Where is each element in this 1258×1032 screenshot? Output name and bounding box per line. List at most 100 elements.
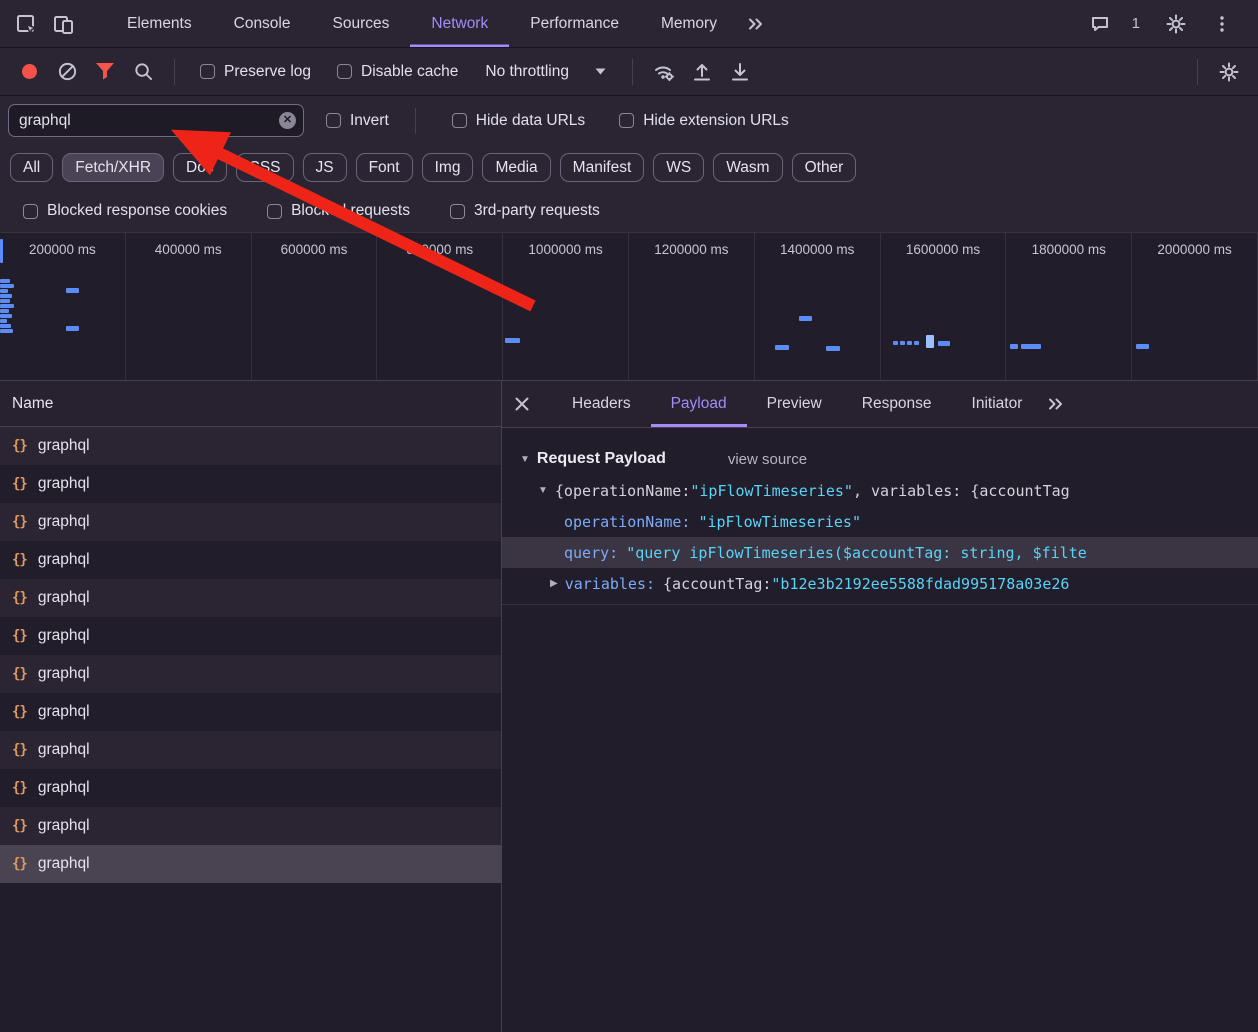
- checkbox-blocked-response-cookies[interactable]: [23, 204, 38, 219]
- collapse-section-icon[interactable]: ▼: [520, 454, 530, 465]
- preserve-log-checkbox[interactable]: [200, 64, 215, 79]
- filter-chip-fetch-xhr[interactable]: Fetch/XHR: [62, 153, 164, 182]
- request-row[interactable]: {}graphql: [0, 807, 501, 845]
- filter-toggle-blocked-requests[interactable]: Blocked requests: [267, 202, 410, 220]
- devtools-tab-memory[interactable]: Memory: [640, 0, 738, 47]
- import-har-icon[interactable]: [688, 58, 716, 86]
- filter-chip-css[interactable]: CSS: [236, 153, 294, 182]
- filter-chip-all[interactable]: All: [10, 153, 53, 182]
- timeline-tick-label: 2000000 ms: [1132, 242, 1257, 257]
- request-row[interactable]: {}graphql: [0, 693, 501, 731]
- request-name: graphql: [38, 741, 90, 759]
- devtools-tab-console[interactable]: Console: [213, 0, 312, 47]
- detail-tab-preview[interactable]: Preview: [747, 381, 842, 427]
- detail-tab-payload[interactable]: Payload: [651, 381, 747, 427]
- kebab-menu-icon[interactable]: [1208, 10, 1236, 38]
- request-row[interactable]: {}graphql: [0, 503, 501, 541]
- chevron-down-icon: [595, 68, 606, 75]
- clear-network-log-icon[interactable]: [53, 58, 81, 86]
- detail-tab-response[interactable]: Response: [842, 381, 952, 427]
- device-toolbar-icon[interactable]: [50, 10, 78, 38]
- console-messages-icon[interactable]: [1086, 10, 1114, 38]
- timeline-request-bar: [0, 324, 11, 328]
- label-3rd-party-requests: 3rd-party requests: [474, 202, 600, 220]
- timeline-column: 600000 ms: [252, 233, 378, 380]
- timeline-tick-label: 1400000 ms: [755, 242, 880, 257]
- request-row[interactable]: {}graphql: [0, 617, 501, 655]
- collapse-object-icon[interactable]: ▼: [538, 485, 548, 496]
- filter-chip-wasm[interactable]: Wasm: [713, 153, 782, 182]
- request-type-chips: All Fetch/XHR Doc CSS JS Font Img Media Manifest…: [0, 145, 1258, 190]
- filter-chip-img[interactable]: Img: [422, 153, 474, 182]
- timeline-request-bar: [0, 309, 9, 313]
- payload-variables-row[interactable]: ▶ variables:{accountTag: "b12e3b2192ee55…: [502, 568, 1258, 599]
- request-row[interactable]: {}graphql: [0, 541, 501, 579]
- filter-chip-font[interactable]: Font: [356, 153, 413, 182]
- column-header-name[interactable]: Name: [0, 381, 501, 427]
- timeline-column: 1600000 ms: [881, 233, 1007, 380]
- network-overview-timeline[interactable]: 200000 ms400000 ms600000 ms800000 ms1000…: [0, 233, 1258, 381]
- close-detail-icon[interactable]: [508, 390, 536, 418]
- view-source-link[interactable]: view source: [728, 451, 807, 468]
- payload-query-row[interactable]: query:"query ipFlowTimeseries($accountTa…: [502, 537, 1258, 568]
- request-row[interactable]: {} graphql: [0, 427, 501, 465]
- devtools-tab-elements[interactable]: Elements: [106, 0, 213, 47]
- devtools-tab-network[interactable]: Network: [410, 0, 509, 47]
- detail-tab-headers[interactable]: Headers: [552, 381, 651, 427]
- request-row[interactable]: {}graphql: [0, 465, 501, 503]
- more-panels-icon[interactable]: [742, 10, 770, 38]
- checkbox-blocked-requests[interactable]: [267, 204, 282, 219]
- network-toolbar: Preserve log Disable cache No throttling: [0, 48, 1258, 96]
- network-filter-input[interactable]: [8, 104, 304, 137]
- filter-chip-manifest[interactable]: Manifest: [560, 153, 645, 182]
- payload-preview-row[interactable]: ▼ {operationName: "ipFlowTimeseries", va…: [502, 475, 1258, 506]
- payload-operation-row[interactable]: operationName:"ipFlowTimeseries": [502, 506, 1258, 537]
- devtools-tab-performance[interactable]: Performance: [509, 0, 640, 47]
- expand-object-icon[interactable]: ▶: [550, 578, 558, 589]
- request-row[interactable]: {}graphql: [0, 769, 501, 807]
- invert-checkbox[interactable]: [326, 113, 341, 128]
- disable-cache-toggle[interactable]: Disable cache: [337, 63, 458, 81]
- timeline-request-bar: [0, 284, 14, 288]
- filter-chip-media[interactable]: Media: [482, 153, 550, 182]
- more-detail-tabs-icon[interactable]: [1042, 390, 1070, 418]
- hide-data-urls-checkbox[interactable]: [452, 113, 467, 128]
- preserve-log-toggle[interactable]: Preserve log: [200, 63, 311, 81]
- clear-filter-icon[interactable]: ✕: [279, 112, 296, 129]
- inspect-element-icon[interactable]: [12, 10, 40, 38]
- hide-data-urls-toggle[interactable]: Hide data URLs: [452, 112, 585, 130]
- timeline-request-bar: [826, 346, 840, 351]
- request-row[interactable]: {}graphql: [0, 579, 501, 617]
- filter-chip-js[interactable]: JS: [303, 153, 347, 182]
- filter-chip-other[interactable]: Other: [792, 153, 857, 182]
- detail-tab-initiator[interactable]: Initiator: [952, 381, 1043, 427]
- timeline-column: 1000000 ms: [503, 233, 629, 380]
- filter-toggle-3rd-party-requests[interactable]: 3rd-party requests: [450, 202, 600, 220]
- request-name: graphql: [38, 437, 90, 455]
- throttling-select[interactable]: No throttling: [485, 63, 606, 81]
- request-row[interactable]: {}graphql: [0, 845, 501, 883]
- settings-gear-icon[interactable]: [1162, 10, 1190, 38]
- checkbox-3rd-party-requests[interactable]: [450, 204, 465, 219]
- filter-icon[interactable]: [91, 58, 119, 86]
- script-braces-icon: {}: [12, 438, 27, 454]
- network-settings-gear-icon[interactable]: [1215, 58, 1243, 86]
- filter-chip-ws[interactable]: WS: [653, 153, 704, 182]
- devtools-tab-sources[interactable]: Sources: [312, 0, 411, 47]
- extra-filter-row: Blocked response cookies Blocked requests…: [0, 190, 1258, 233]
- hide-extension-urls-checkbox[interactable]: [619, 113, 634, 128]
- search-icon[interactable]: [129, 58, 157, 86]
- network-conditions-icon[interactable]: [650, 58, 678, 86]
- timeline-column: 2000000 ms: [1132, 233, 1258, 380]
- record-button[interactable]: [15, 58, 43, 86]
- timeline-column: 1800000 ms: [1006, 233, 1132, 380]
- disable-cache-checkbox[interactable]: [337, 64, 352, 79]
- export-har-icon[interactable]: [726, 58, 754, 86]
- hide-extension-urls-toggle[interactable]: Hide extension URLs: [619, 112, 789, 130]
- invert-toggle[interactable]: Invert: [326, 112, 389, 130]
- timeline-request-bar: [900, 341, 905, 345]
- request-row[interactable]: {}graphql: [0, 655, 501, 693]
- request-row[interactable]: {}graphql: [0, 731, 501, 769]
- filter-toggle-blocked-response-cookies[interactable]: Blocked response cookies: [23, 202, 227, 220]
- filter-chip-doc[interactable]: Doc: [173, 153, 227, 182]
